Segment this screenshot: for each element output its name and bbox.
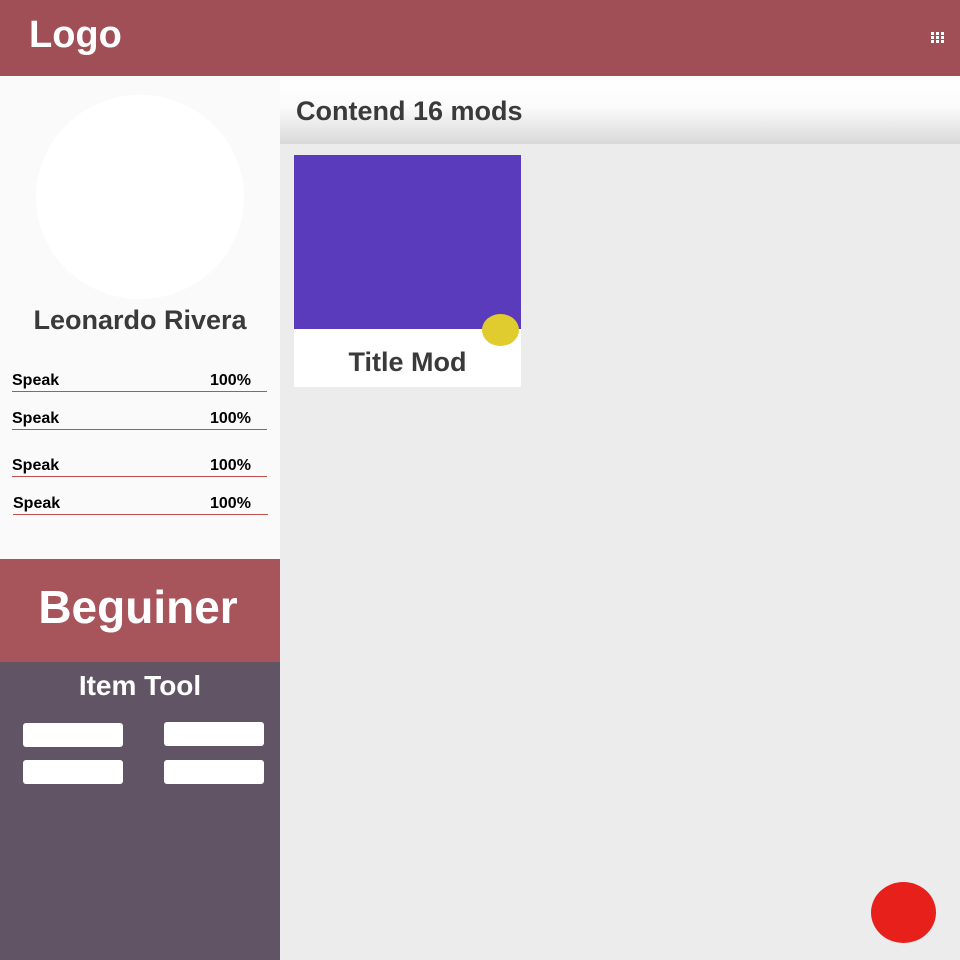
tool-slot[interactable] bbox=[23, 723, 123, 747]
mod-card[interactable]: Title Mod bbox=[294, 155, 521, 387]
floating-action-button[interactable] bbox=[871, 882, 936, 943]
grid-menu-icon[interactable] bbox=[931, 32, 945, 44]
content-title: Contend 16 mods bbox=[296, 96, 523, 126]
stat-row: Speak 100% bbox=[13, 495, 268, 515]
stat-value: 100% bbox=[210, 457, 251, 474]
stat-row: Speak 100% bbox=[12, 410, 267, 430]
level-banner: Beguiner bbox=[0, 559, 280, 662]
stat-label: Speak bbox=[12, 457, 60, 474]
top-header: Logo bbox=[0, 0, 960, 76]
mod-title: Title Mod bbox=[348, 347, 467, 377]
content-header: Contend 16 mods bbox=[280, 76, 960, 144]
level-label: Beguiner bbox=[38, 581, 238, 633]
stat-label: Speak bbox=[12, 410, 60, 427]
avatar bbox=[36, 95, 244, 299]
stat-row: Speak 100% bbox=[12, 457, 267, 477]
stat-value: 100% bbox=[210, 372, 251, 389]
stat-value: 100% bbox=[210, 495, 251, 512]
mod-badge-dot bbox=[482, 314, 519, 346]
profile-name: Leonardo Rivera bbox=[33, 305, 247, 335]
stat-value: 100% bbox=[210, 410, 251, 427]
profile-sidebar: Leonardo Rivera Speak 100% Speak 100% Sp… bbox=[0, 76, 280, 960]
tool-slot[interactable] bbox=[23, 760, 123, 784]
logo[interactable]: Logo bbox=[29, 14, 122, 57]
stat-row: Speak 100% bbox=[12, 372, 267, 392]
stat-label: Speak bbox=[13, 495, 61, 512]
mod-thumbnail bbox=[294, 155, 521, 329]
stat-label: Speak bbox=[12, 372, 60, 389]
item-tool-panel: Item Tool bbox=[0, 662, 280, 960]
tool-slot[interactable] bbox=[164, 760, 264, 784]
item-tool-title: Item Tool bbox=[78, 670, 202, 701]
tool-slot[interactable] bbox=[164, 722, 264, 746]
